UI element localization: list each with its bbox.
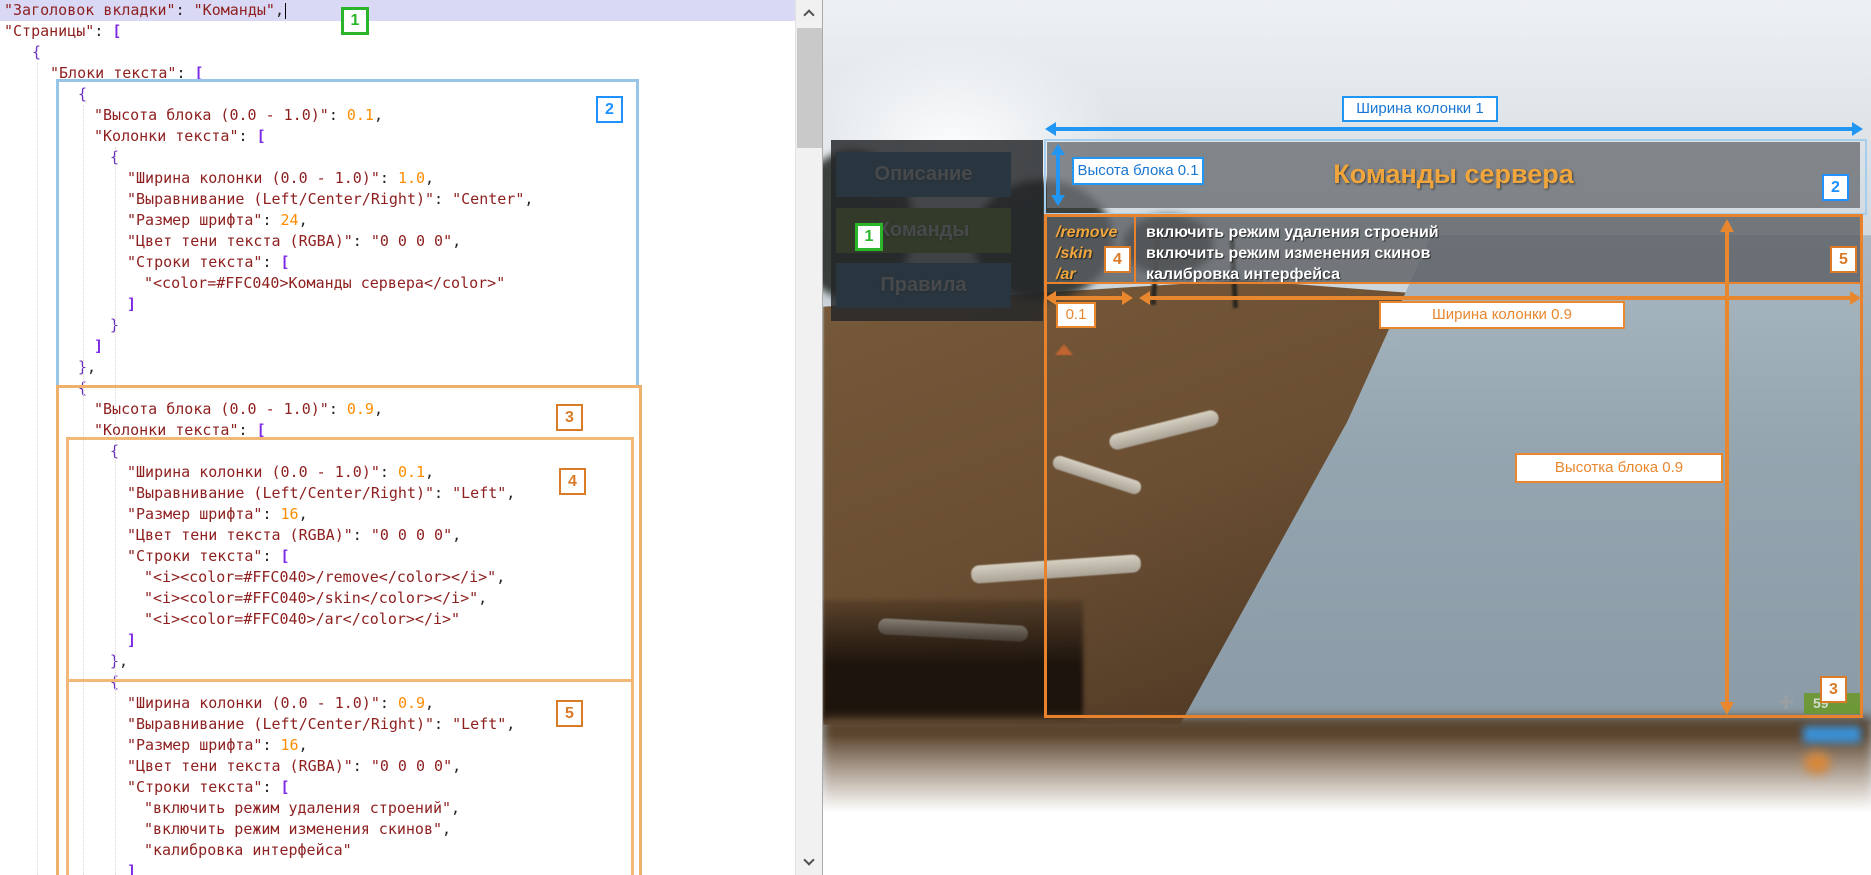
code-line[interactable]: "Строки текста": [ [0, 252, 795, 273]
code-line[interactable]: "<i><color=#FFC040>/skin</color></i>", [0, 588, 795, 609]
code-line[interactable]: { [0, 378, 795, 399]
chevron-down-icon [803, 854, 814, 865]
code-line[interactable]: { [0, 84, 795, 105]
code-line[interactable]: { [0, 147, 795, 168]
code-line[interactable]: "включить режим изменения скинов", [0, 819, 795, 840]
code-line[interactable]: "Высота блока (0.0 - 1.0)": 0.9, [0, 399, 795, 420]
arrow-column-width-1 [1045, 122, 1863, 136]
code-line[interactable]: ] [0, 294, 795, 315]
code-line[interactable]: "Ширина колонки (0.0 - 1.0)": 1.0, [0, 168, 795, 189]
blurred-orange-marker [1804, 752, 1830, 774]
arrow-block-height-01 [1051, 144, 1065, 206]
annotation-badge-3: 3 [556, 404, 583, 431]
code-line[interactable]: "Страницы": [ [0, 21, 795, 42]
code-line[interactable]: ] [0, 336, 795, 357]
code-line[interactable]: { [0, 42, 795, 63]
annotation-badge-2-game: 2 [1822, 174, 1849, 201]
annotation-badge-4-game: 4 [1104, 246, 1131, 273]
code-lines: "Заголовок вкладки": "Команды","Страницы… [0, 0, 795, 875]
scroll-up-button[interactable] [796, 0, 823, 27]
annotation-box-column5-game [1134, 214, 1863, 284]
label-column-width-1: Ширина колонки 1 [1342, 96, 1498, 122]
screenshot-stage: "Заголовок вкладки": "Команды","Страницы… [0, 0, 1871, 875]
text-cursor [285, 3, 286, 19]
code-line[interactable]: "Строки текста": [ [0, 546, 795, 567]
scrollbar-thumb[interactable] [797, 28, 822, 148]
label-block-height-09: Высотка блока 0.9 [1515, 453, 1723, 483]
code-line[interactable]: "Высота блока (0.0 - 1.0)": 0.1, [0, 105, 795, 126]
code-line[interactable]: "Строки текста": [ [0, 777, 795, 798]
annotation-badge-2: 2 [596, 96, 623, 123]
code-line[interactable]: "<i><color=#FFC040>/remove</color></i>", [0, 567, 795, 588]
code-line[interactable]: "Ширина колонки (0.0 - 1.0)": 0.9, [0, 693, 795, 714]
blurred-blue-marker [1803, 726, 1861, 743]
code-line[interactable]: "калибровка интерфейса" [0, 840, 795, 861]
label-column-width-01: 0.1 [1056, 302, 1096, 328]
code-line[interactable]: "Размер шрифта": 16, [0, 504, 795, 525]
code-line[interactable]: }, [0, 357, 795, 378]
code-line[interactable]: "Блоки текста": [ [0, 63, 795, 84]
annotation-badge-1: 1 [341, 7, 369, 35]
indent-guide [37, 63, 38, 875]
annotation-badge-4: 4 [559, 468, 586, 495]
annotation-box-block3-game [1044, 214, 1863, 718]
code-line[interactable]: { [0, 441, 795, 462]
code-line[interactable]: "<i><color=#FFC040>/ar</color></i>" [0, 609, 795, 630]
code-line[interactable]: "Ширина колонки (0.0 - 1.0)": 0.1, [0, 462, 795, 483]
indent-guide [115, 147, 116, 875]
code-line[interactable]: "Цвет тени текста (RGBA)": "0 0 0 0", [0, 231, 795, 252]
code-line[interactable]: "Размер шрифта": 24, [0, 210, 795, 231]
code-line[interactable]: "Выравнивание (Left/Center/Right)": "Lef… [0, 483, 795, 504]
indent-guide [83, 105, 84, 875]
label-column-width-09: Ширина колонки 0.9 [1379, 301, 1625, 329]
blurred-bottom-strip [823, 717, 1871, 827]
driftwood-log [878, 618, 1029, 642]
vertical-scrollbar[interactable] [795, 0, 823, 875]
code-line[interactable]: }, [0, 651, 795, 672]
code-line[interactable]: } [0, 315, 795, 336]
code-line[interactable]: "включить режим удаления строений", [0, 798, 795, 819]
annotation-badge-1-game: 1 [855, 223, 883, 251]
annotation-badge-5-game: 5 [1830, 246, 1857, 273]
code-line[interactable]: ] [0, 630, 795, 651]
code-line[interactable]: "Цвет тени текста (RGBA)": "0 0 0 0", [0, 525, 795, 546]
code-line[interactable]: ] [0, 861, 795, 875]
chevron-up-icon [803, 9, 814, 20]
scroll-down-button[interactable] [796, 848, 823, 875]
code-line[interactable]: "Размер шрифта": 16, [0, 735, 795, 756]
code-line[interactable]: "Цвет тени текста (RGBA)": "0 0 0 0", [0, 756, 795, 777]
code-line[interactable]: "Заголовок вкладки": "Команды", [0, 0, 795, 21]
code-line[interactable]: "Выравнивание (Left/Center/Right)": "Cen… [0, 189, 795, 210]
game-screenshot: Описание Команды Правила 1 Команды серве… [822, 0, 1871, 875]
code-line[interactable]: "Колонки текста": [ [0, 420, 795, 441]
json-editor[interactable]: "Заголовок вкладки": "Команды","Страницы… [0, 0, 795, 875]
code-line[interactable]: "<color=#FFC040>Команды сервера</color>" [0, 273, 795, 294]
annotation-badge-3-game: 3 [1820, 676, 1847, 703]
code-line[interactable]: "Выравнивание (Left/Center/Right)": "Lef… [0, 714, 795, 735]
code-line[interactable]: { [0, 672, 795, 693]
label-block-height-01: Высота блока 0.1 [1072, 157, 1204, 185]
annotation-badge-5: 5 [556, 700, 583, 727]
white-fade [823, 735, 1871, 875]
code-line[interactable]: "Колонки текста": [ [0, 126, 795, 147]
